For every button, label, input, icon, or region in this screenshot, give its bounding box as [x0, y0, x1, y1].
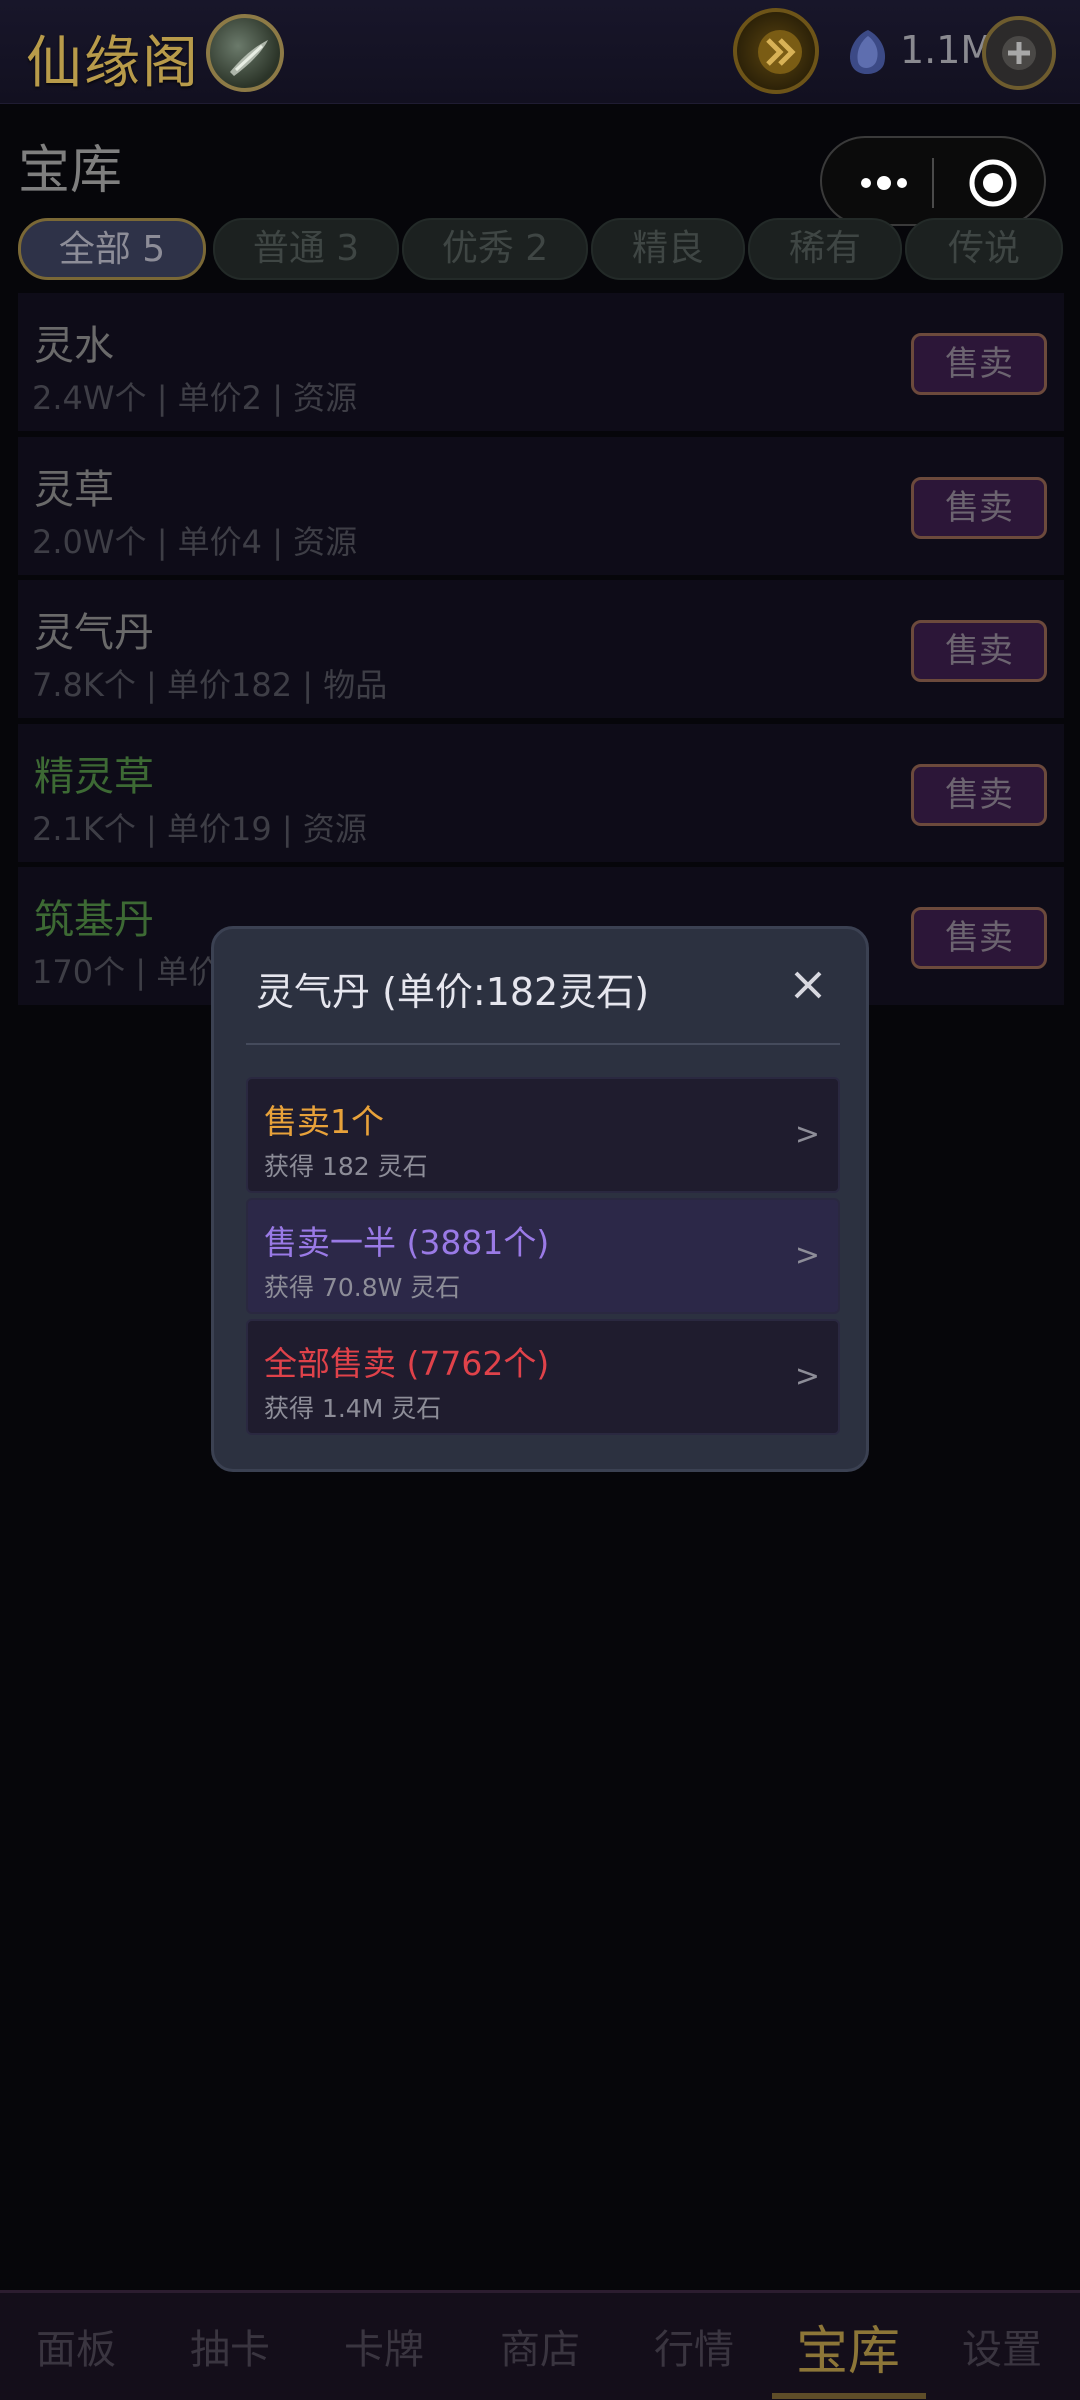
- nav-item-shop[interactable]: 商店: [500, 2317, 580, 2375]
- list-item: 精灵草 2.1K个 | 单价19 | 资源 售卖: [18, 724, 1064, 862]
- close-icon[interactable]: [792, 969, 824, 1005]
- logo-icon[interactable]: [206, 14, 284, 92]
- chevron-right-icon: >: [794, 1238, 820, 1273]
- option-title: 全部售卖 (7762个): [264, 1344, 550, 1383]
- dialog-divider: [246, 1043, 840, 1045]
- plus-icon[interactable]: [982, 16, 1056, 90]
- option-subtitle: 获得 70.8W 灵石: [264, 1273, 461, 1302]
- sell-all-option[interactable]: 全部售卖 (7762个) 获得 1.4M 灵石 >: [246, 1319, 840, 1435]
- chevron-right-icon: >: [794, 1359, 820, 1394]
- list-item: 灵草 2.0W个 | 单价4 | 资源 售卖: [18, 437, 1064, 575]
- item-name: 灵草: [34, 467, 114, 513]
- more-icon[interactable]: [858, 166, 910, 204]
- dialog-title: 灵气丹 (单价:182灵石): [256, 970, 650, 1014]
- list-item: 灵气丹 7.8K个 | 单价182 | 物品 售卖: [18, 580, 1064, 718]
- nav-item-settings[interactable]: 设置: [962, 2317, 1042, 2375]
- app-title: 仙缘阁: [26, 31, 200, 96]
- sell-button[interactable]: 售卖: [911, 907, 1047, 969]
- nav-item-panel[interactable]: 面板: [36, 2317, 116, 2375]
- sell-button[interactable]: 售卖: [911, 620, 1047, 682]
- tab-common[interactable]: 普通 3: [213, 218, 399, 280]
- bottom-nav: 面板 抽卡 卡牌 商店 行情 宝库 设置: [0, 2290, 1080, 2400]
- tab-excellent[interactable]: 优秀 2: [402, 218, 588, 280]
- item-info: 7.8K个 | 单价182 | 物品: [32, 666, 388, 704]
- item-info: 2.0W个 | 单价4 | 资源: [32, 523, 358, 561]
- spirit-stone-icon: [846, 28, 890, 84]
- list-item: 灵水 2.4W个 | 单价2 | 资源 售卖: [18, 293, 1064, 431]
- nav-item-gacha[interactable]: 抽卡: [190, 2317, 270, 2375]
- sell-one-option[interactable]: 售卖1个 获得 182 灵石 >: [246, 1077, 840, 1193]
- option-subtitle: 获得 1.4M 灵石: [264, 1394, 442, 1423]
- currency-amount: 1.1M: [900, 28, 994, 72]
- sell-dialog: 灵气丹 (单价:182灵石) 售卖1个 获得 182 灵石 > 售卖一半 (38…: [211, 926, 869, 1472]
- nav-item-vault[interactable]: 宝库: [796, 2309, 900, 2384]
- option-subtitle: 获得 182 灵石: [264, 1152, 428, 1181]
- tab-all[interactable]: 全部 5: [18, 218, 206, 280]
- active-tab-indicator: [772, 2393, 926, 2399]
- sell-half-option[interactable]: 售卖一半 (3881个) 获得 70.8W 灵石 >: [246, 1198, 840, 1314]
- item-name: 精灵草: [34, 754, 154, 800]
- chevron-right-icon: >: [794, 1117, 820, 1152]
- option-title: 售卖一半 (3881个): [264, 1223, 550, 1262]
- nav-item-cards[interactable]: 卡牌: [344, 2317, 424, 2375]
- tab-legendary[interactable]: 传说: [905, 218, 1063, 280]
- mini-program-capsule: [820, 136, 1046, 226]
- item-info: 2.1K个 | 单价19 | 资源: [32, 810, 367, 848]
- sell-button[interactable]: 售卖: [911, 477, 1047, 539]
- item-name: 灵气丹: [34, 610, 154, 656]
- tab-fine[interactable]: 精良: [591, 218, 745, 280]
- fast-forward-icon[interactable]: [733, 8, 819, 94]
- page-title: 宝库: [18, 141, 123, 201]
- item-info: 2.4W个 | 单价2 | 资源: [32, 379, 358, 417]
- sell-button[interactable]: 售卖: [911, 764, 1047, 826]
- tab-rare[interactable]: 稀有: [748, 218, 902, 280]
- item-name: 筑基丹: [34, 897, 154, 943]
- capsule-divider: [932, 158, 934, 208]
- top-bar: 仙缘阁 1.1M: [0, 0, 1080, 104]
- item-name: 灵水: [34, 323, 114, 369]
- close-target-icon[interactable]: [968, 158, 1018, 212]
- item-info: 170个 | 单价: [32, 953, 221, 991]
- option-title: 售卖1个: [264, 1102, 384, 1141]
- sell-button[interactable]: 售卖: [911, 333, 1047, 395]
- nav-item-market[interactable]: 行情: [654, 2317, 734, 2375]
